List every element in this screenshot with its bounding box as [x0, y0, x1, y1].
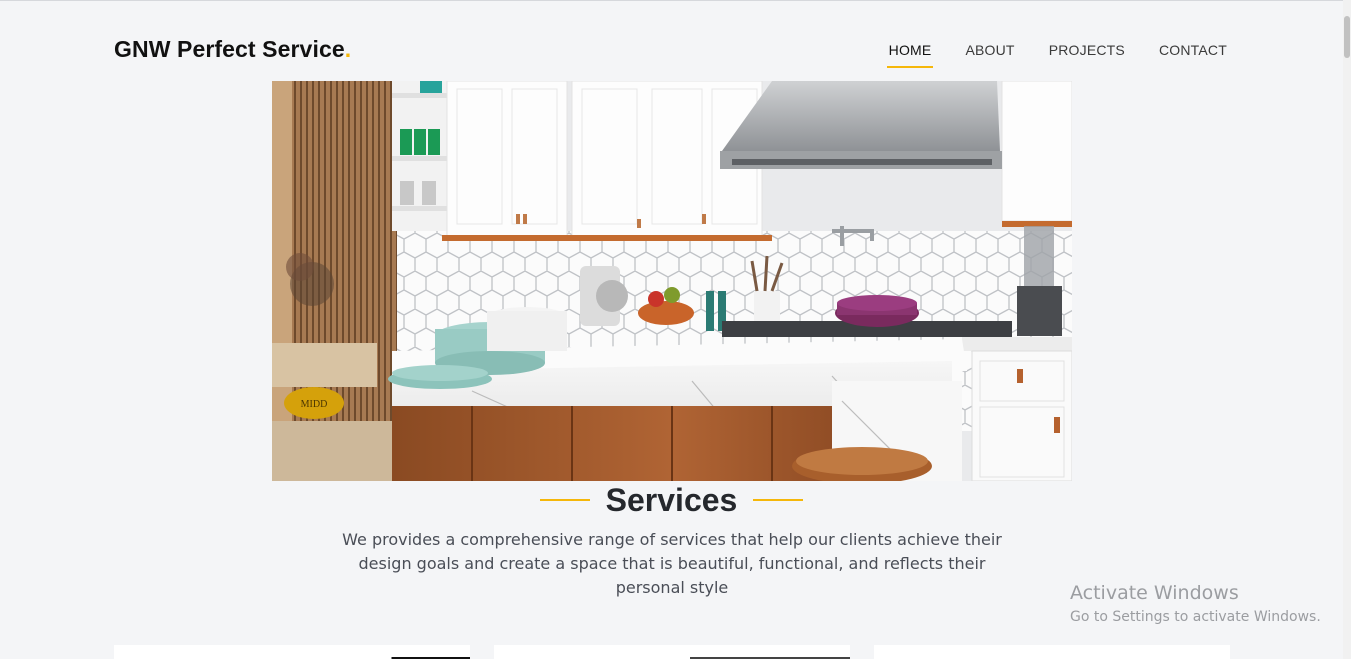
- heading-line-left: [539, 499, 590, 501]
- watermark-title: Activate Windows: [1070, 582, 1239, 604]
- hero-image: MIDD: [272, 81, 1072, 481]
- nav-contact[interactable]: CONTACT: [1159, 42, 1227, 58]
- service-card[interactable]: [114, 645, 470, 659]
- service-card[interactable]: [874, 645, 1230, 659]
- nav-projects[interactable]: PROJECTS: [1049, 42, 1125, 58]
- vertical-scrollbar[interactable]: [1343, 0, 1351, 659]
- kitchen-illustration: MIDD: [272, 81, 1072, 481]
- site-logo[interactable]: GNW Perfect Service.: [114, 36, 351, 63]
- service-card[interactable]: [494, 645, 850, 659]
- services-title: Services: [605, 482, 738, 518]
- site-header: GNW Perfect Service. HOME ABOUT PROJECTS…: [0, 0, 1351, 81]
- heading-line-right: [753, 499, 804, 501]
- logo-text: GNW Perfect Service: [114, 36, 345, 62]
- logo-dot: .: [344, 36, 352, 62]
- hero-badge-text: MIDD: [301, 399, 328, 410]
- scrollbar-thumb[interactable]: [1344, 16, 1350, 58]
- page: GNW Perfect Service. HOME ABOUT PROJECTS…: [0, 0, 1351, 659]
- watermark-subtitle: Go to Settings to activate Windows.: [1070, 609, 1321, 625]
- nav-home[interactable]: HOME: [886, 42, 934, 68]
- services-heading: Services: [0, 480, 1343, 520]
- services-description: We provides a comprehensive range of ser…: [342, 530, 1002, 597]
- nav-about[interactable]: ABOUT: [965, 42, 1014, 58]
- windows-activation-watermark: Activate Windows Go to Settings to activ…: [1070, 581, 1321, 627]
- main-nav: HOME ABOUT PROJECTS CONTACT: [886, 42, 1227, 68]
